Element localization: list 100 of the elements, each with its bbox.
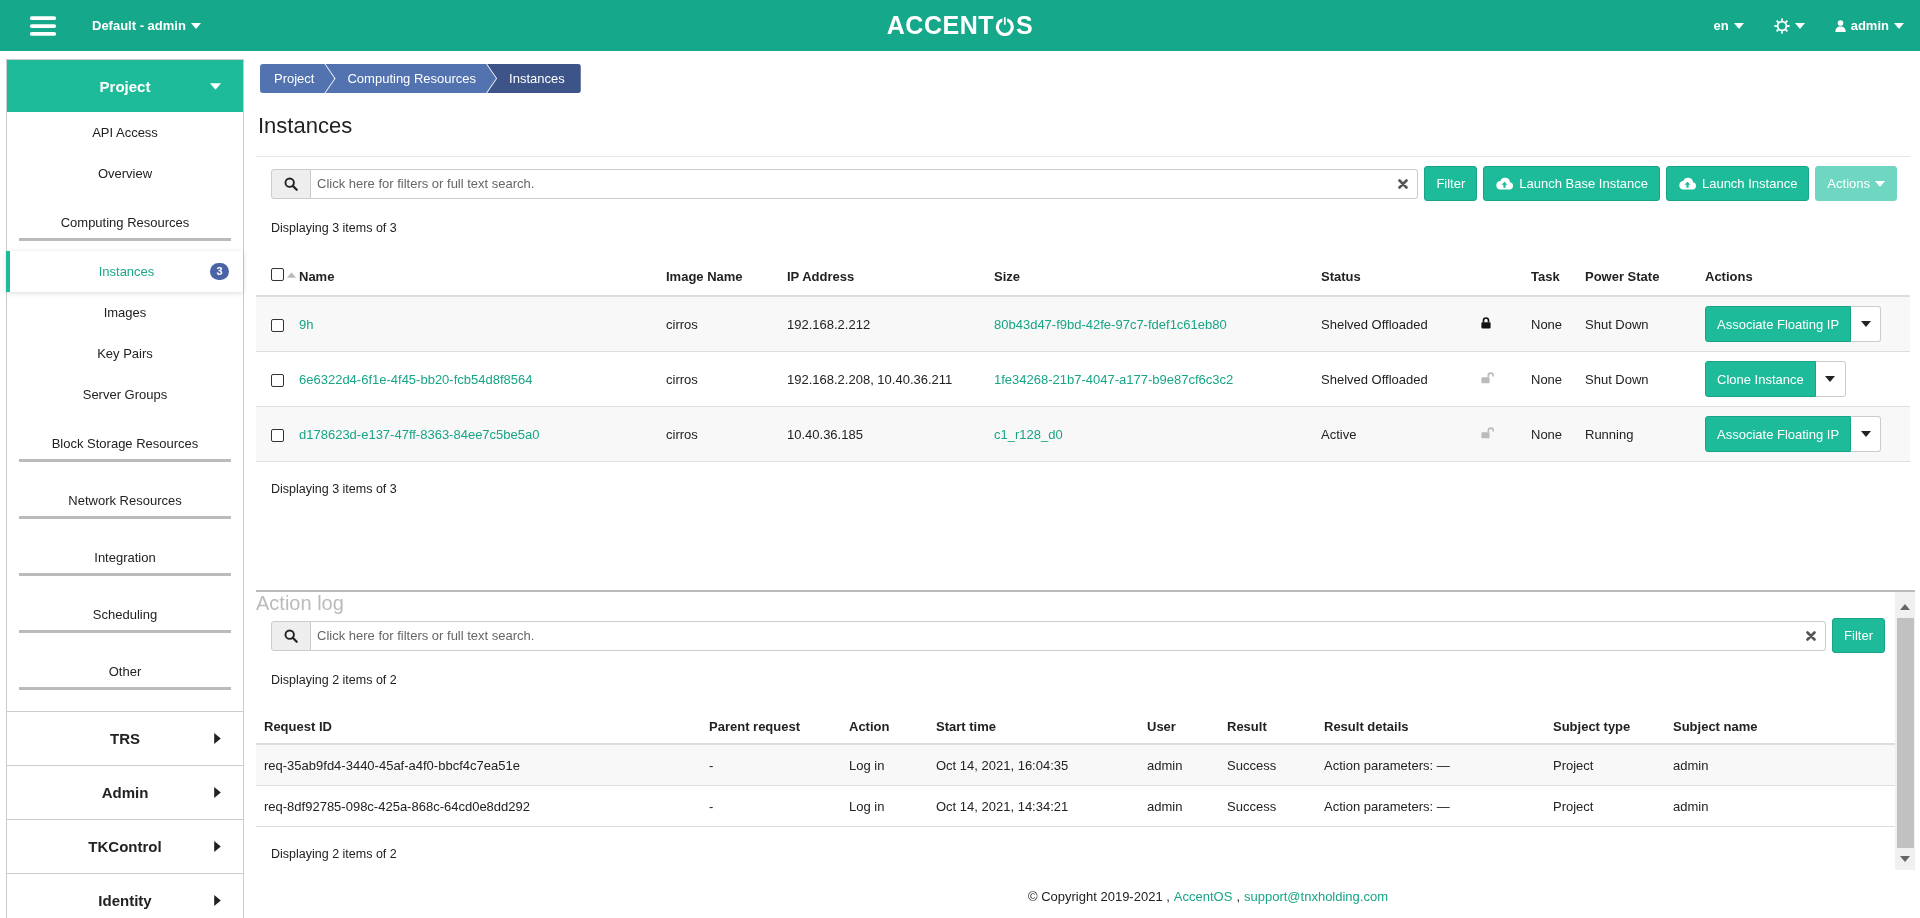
sidebar-group[interactable]: Block Storage Resources <box>19 436 231 462</box>
table-cell: None <box>1531 316 1563 332</box>
column-header: Result details <box>1324 718 1409 734</box>
sidebar-group[interactable]: Other <box>19 664 231 690</box>
menu-icon[interactable] <box>30 14 56 37</box>
column-header[interactable]: Size <box>994 268 1020 284</box>
clear-icon[interactable] <box>1398 178 1409 189</box>
table-cell: Action parameters: — <box>1324 757 1450 773</box>
caret-icon <box>210 82 221 90</box>
table-cell: Shut Down <box>1585 371 1649 387</box>
table-cell: cirros <box>666 316 698 332</box>
table-cell: 192.168.2.212 <box>787 316 871 332</box>
search-field[interactable]: Click here for filters or full text search. <box>311 620 1827 651</box>
select-all-checkbox[interactable] <box>271 268 284 281</box>
sidebar-group[interactable]: Integration <box>19 550 231 576</box>
table-cell: None <box>1531 371 1563 387</box>
caret-right-icon <box>214 733 221 744</box>
search-field[interactable]: Click here for filters or full text search. <box>311 168 1419 199</box>
breadcrumb-item[interactable]: Computing Resources <box>325 64 497 93</box>
column-header[interactable]: Name <box>299 268 335 284</box>
table-cell: req-8df92785-098c-425a-868c-64cd0e8dd292 <box>264 798 530 814</box>
item-count: Displaying 2 items of 2 <box>270 846 398 863</box>
column-header: Result <box>1227 718 1267 734</box>
caret-icon <box>1825 376 1836 382</box>
cloud-upload-icon <box>1495 177 1515 190</box>
user-icon <box>1834 19 1846 32</box>
scroll-down-icon[interactable] <box>1900 856 1910 862</box>
column-header: Start time <box>936 718 996 734</box>
row-checkbox[interactable] <box>271 373 284 387</box>
column-header[interactable]: Power State <box>1585 268 1660 284</box>
separator-text: , <box>1236 889 1240 904</box>
table-cell: 10.40.36.185 <box>787 426 863 442</box>
column-header[interactable]: Status <box>1321 268 1361 284</box>
table-cell: admin <box>1673 757 1709 773</box>
search-icon[interactable] <box>284 176 298 191</box>
gear-icon <box>1773 17 1790 34</box>
search-icon[interactable] <box>284 628 298 643</box>
column-header: Subject type <box>1553 718 1631 734</box>
scrollbar[interactable] <box>1895 592 1915 870</box>
column-header[interactable]: Image Name <box>666 268 743 284</box>
table-cell: Oct 14, 2021, 16:04:35 <box>936 757 1069 773</box>
clear-icon[interactable] <box>1806 630 1817 641</box>
row-checkbox[interactable] <box>271 318 284 332</box>
sidebar-item[interactable]: Images <box>103 292 147 333</box>
caret-icon <box>1794 22 1805 29</box>
row-checkbox[interactable] <box>271 428 284 442</box>
dropdown-toggle[interactable] <box>1851 416 1882 452</box>
sidebar-item[interactable]: Overview <box>7 153 243 194</box>
settings-menu[interactable] <box>1773 17 1805 34</box>
table-cell: req-35ab9fd4-3440-45af-a4f0-bbcf4c7ea51e <box>264 757 520 773</box>
table-cell: Success <box>1227 757 1277 773</box>
section-title: Action log <box>256 592 345 616</box>
table-cell: Shelved Offloaded <box>1321 371 1428 387</box>
table-cell: Shut Down <box>1585 316 1649 332</box>
table-cell: Project <box>1553 757 1594 773</box>
sidebar-group[interactable]: Computing Resources <box>19 215 231 241</box>
column-header: Action <box>849 718 890 734</box>
column-header: Request ID <box>264 718 332 734</box>
logo: ACCENT S <box>886 11 1034 40</box>
table-cell: None <box>1531 426 1563 442</box>
column-header[interactable]: IP Address <box>787 268 855 284</box>
sidebar-group[interactable]: Scheduling <box>19 607 231 633</box>
caret-icon <box>1894 22 1904 29</box>
caret-icon <box>1733 22 1744 29</box>
breadcrumb-item[interactable]: Instances <box>487 64 581 93</box>
table-cell: Running <box>1585 426 1634 442</box>
dropdown-toggle[interactable] <box>1815 361 1846 397</box>
table-cell: Log in <box>849 798 885 814</box>
table-cell: - <box>709 798 714 814</box>
column-header: Actions <box>1705 268 1753 284</box>
column-header: User <box>1147 718 1176 734</box>
table-cell: admin <box>1673 798 1709 814</box>
sidebar-item[interactable]: API Access <box>7 112 243 153</box>
sidebar-group[interactable]: Network Resources <box>19 493 231 519</box>
column-header: Subject name <box>1673 718 1758 734</box>
sidebar-item[interactable]: Key Pairs <box>97 333 153 374</box>
table-cell: - <box>709 757 714 773</box>
dropdown-toggle[interactable] <box>1851 306 1882 342</box>
table-cell: Active <box>1321 426 1357 442</box>
page-title: Instances <box>258 113 354 140</box>
breadcrumb-item[interactable]: Project <box>260 64 335 93</box>
item-count: Displaying 2 items of 2 <box>270 672 398 689</box>
caret-right-icon <box>214 895 221 906</box>
table-cell: 192.168.2.208, 10.40.36.211 <box>787 371 953 387</box>
column-header: Parent request <box>709 718 801 734</box>
caret-right-icon <box>214 787 221 798</box>
table-cell: Action parameters: — <box>1324 798 1450 814</box>
column-header[interactable]: Task <box>1531 268 1560 284</box>
table-cell: admin <box>1147 757 1183 773</box>
sidebar-item[interactable]: Server Groups <box>82 374 168 415</box>
caret-icon <box>1860 321 1871 327</box>
table-cell: Project <box>1553 798 1594 814</box>
caret-icon <box>190 22 201 29</box>
table-cell: Shelved Offloaded <box>1321 316 1428 332</box>
caret-icon <box>1875 180 1885 187</box>
scroll-up-icon[interactable] <box>1900 604 1910 610</box>
table-cell: Oct 14, 2021, 14:34:21 <box>936 798 1069 814</box>
table-cell: cirros <box>666 426 698 442</box>
item-count: Displaying 3 items of 3 <box>270 220 398 237</box>
item-count: Displaying 3 items of 3 <box>270 481 398 498</box>
